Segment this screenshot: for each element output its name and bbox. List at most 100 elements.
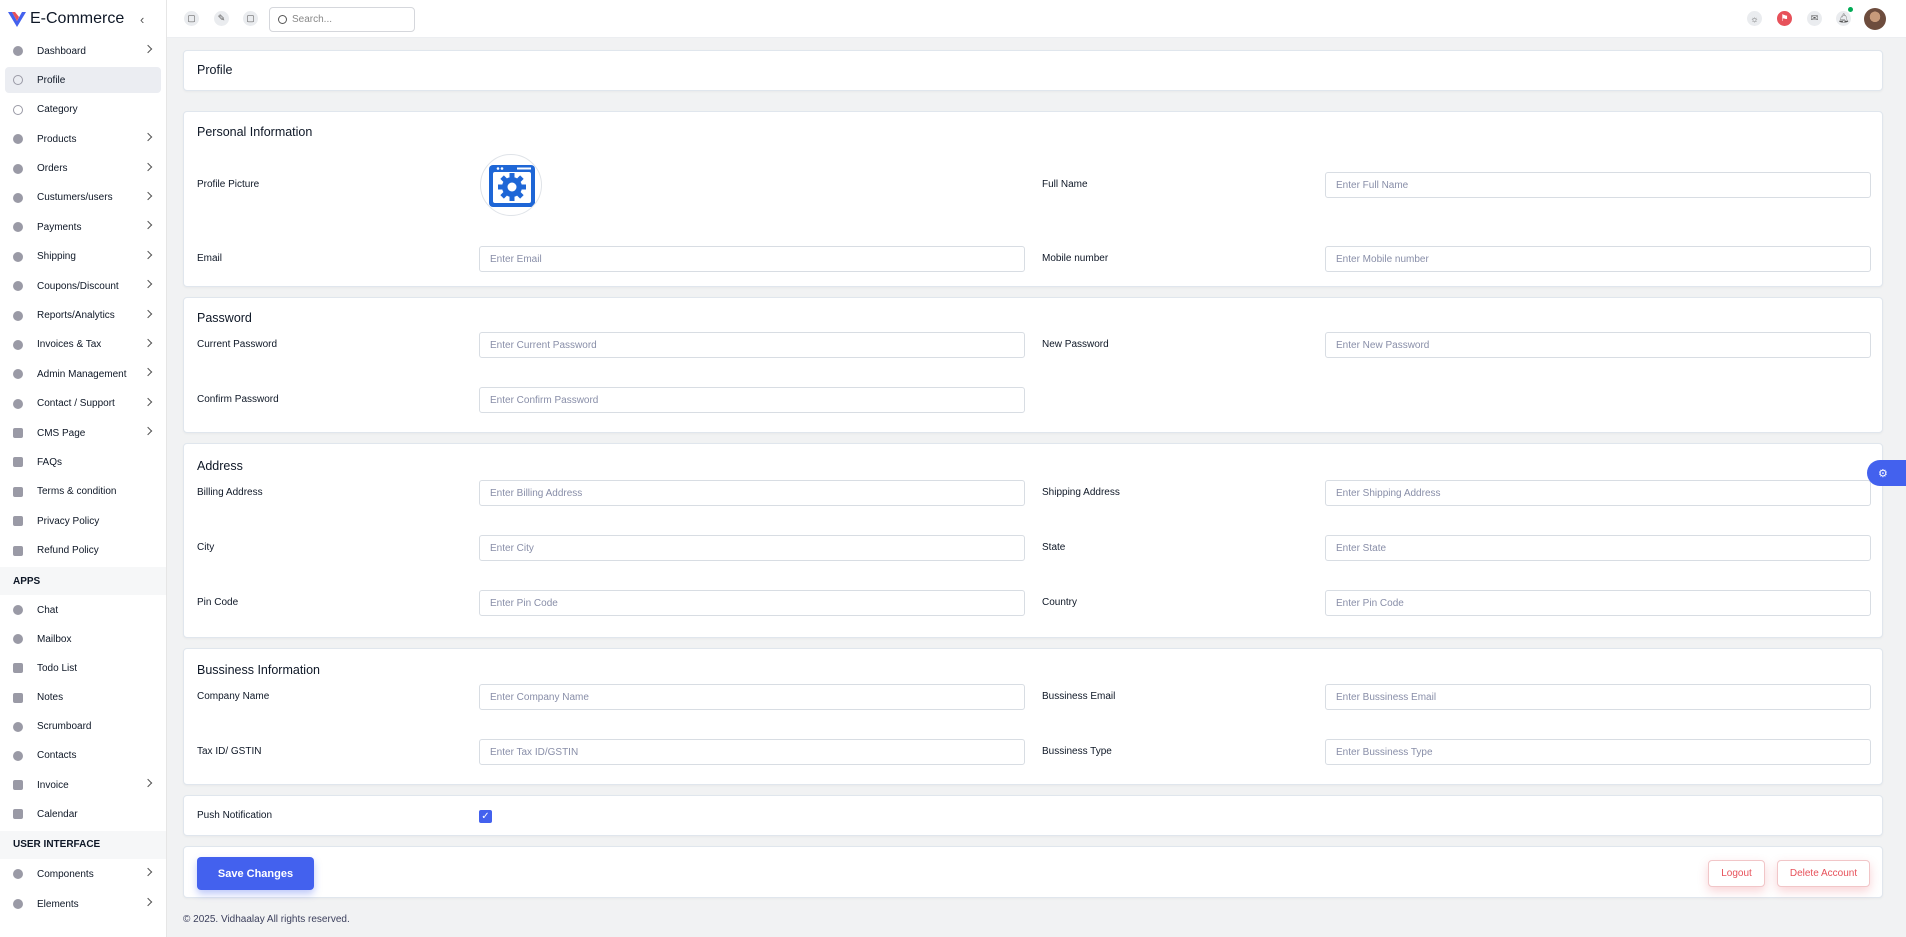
sidebar-item-products[interactable]: Products bbox=[5, 126, 161, 152]
search-input[interactable]: Search... bbox=[269, 7, 415, 32]
brand[interactable]: E-Commerce ‹ bbox=[0, 0, 166, 38]
sidebar-item-privacy-policy[interactable]: Privacy Policy bbox=[5, 508, 161, 534]
sidebar-item-label: Privacy Policy bbox=[37, 515, 100, 527]
password-section-title: Password bbox=[197, 311, 252, 325]
sidebar-item-label: Chat bbox=[37, 604, 59, 616]
profile-picture-label: Profile Picture bbox=[197, 179, 260, 190]
sidebar-item-coupons-discount[interactable]: Coupons/Discount bbox=[5, 273, 161, 299]
page-title: Profile bbox=[197, 63, 233, 77]
invoice-icon bbox=[13, 780, 23, 791]
shipping-address-input[interactable]: Enter Shipping Address bbox=[1325, 480, 1871, 506]
delete-account-button[interactable]: Delete Account bbox=[1777, 860, 1870, 887]
app-title: E-Commerce bbox=[30, 10, 125, 27]
sidebar-item-custumers-users[interactable]: Custumers/users bbox=[5, 185, 161, 211]
current-password-label: Current Password bbox=[197, 339, 278, 350]
sidebar-item-contacts[interactable]: Contacts bbox=[5, 743, 161, 769]
chevron-right-icon bbox=[143, 778, 153, 788]
push-notification-checkbox[interactable]: ✓ bbox=[479, 810, 492, 823]
sidebar-item-elements[interactable]: Elements bbox=[5, 891, 161, 918]
mobile-input[interactable]: Enter Mobile number bbox=[1325, 246, 1871, 272]
us-flag-icon[interactable]: ⚑ bbox=[1777, 11, 1792, 26]
business-email-label: Bussiness Email bbox=[1042, 691, 1116, 702]
sidebar-item-label: Custumers/users bbox=[37, 192, 113, 204]
sidebar-item-shipping[interactable]: Shipping bbox=[5, 244, 161, 270]
sidebar-item-label: Terms & condition bbox=[37, 486, 117, 498]
country-input[interactable]: Enter Pin Code bbox=[1325, 590, 1871, 616]
collapse-sidebar-icon[interactable]: ‹ bbox=[140, 12, 150, 27]
sidebar-item-calendar[interactable]: Calendar bbox=[5, 801, 161, 827]
tax-id-label: Tax ID/ GSTIN bbox=[197, 746, 262, 757]
sidebar-item-cms-page[interactable]: CMS Page bbox=[5, 420, 161, 446]
sidebar-item-label: Products bbox=[37, 133, 77, 145]
business-type-placeholder: Enter Bussiness Type bbox=[1336, 746, 1433, 758]
search-icon bbox=[278, 15, 287, 24]
sidebar-item-profile[interactable]: Profile bbox=[5, 67, 161, 94]
chevron-right-icon bbox=[143, 309, 153, 318]
tax-id-input[interactable]: Enter Tax ID/GSTIN bbox=[479, 739, 1025, 765]
sidebar-item-components[interactable]: Components bbox=[5, 861, 161, 888]
new-password-input[interactable]: Enter New Password bbox=[1325, 332, 1871, 358]
business-email-input[interactable]: Enter Bussiness Email bbox=[1325, 684, 1871, 710]
sidebar-item-refund-policy[interactable]: Refund Policy bbox=[5, 538, 161, 564]
chat-icon[interactable]: ▢ bbox=[243, 11, 258, 26]
sidebar-item-admin-management[interactable]: Admin Management bbox=[5, 361, 161, 387]
state-input[interactable]: Enter State bbox=[1325, 535, 1871, 561]
save-changes-button[interactable]: Save Changes bbox=[197, 857, 314, 890]
sidebar-item-contact-support[interactable]: Contact / Support bbox=[5, 391, 161, 417]
edit-icon[interactable]: ✎ bbox=[214, 11, 229, 26]
password-card: Password Current Password Enter Current … bbox=[183, 297, 1883, 433]
sidebar-item-label: CMS Page bbox=[37, 427, 86, 439]
page-header-card: Profile bbox=[183, 50, 1883, 91]
calendar-icon bbox=[13, 809, 23, 820]
email-label: Email bbox=[197, 253, 223, 264]
sidebar-item-reports-analytics[interactable]: Reports/Analytics bbox=[5, 303, 161, 329]
pin-code-placeholder: Enter Pin Code bbox=[490, 597, 558, 609]
dollar-icon bbox=[13, 163, 23, 174]
sidebar-item-terms-condition[interactable]: Terms & condition bbox=[5, 479, 161, 505]
sidebar-item-dashboard[interactable]: Dashboard bbox=[5, 38, 161, 64]
apps-section-heading: APPS bbox=[0, 567, 166, 596]
sidebar-item-faqs[interactable]: FAQs bbox=[5, 449, 161, 475]
pin-code-input[interactable]: Enter Pin Code bbox=[479, 590, 1025, 616]
sidebar-item-category[interactable]: Category bbox=[5, 97, 161, 123]
sidebar-item-label: Todo List bbox=[37, 662, 78, 674]
user-avatar[interactable] bbox=[1864, 8, 1886, 30]
sidebar-item-chat[interactable]: Chat bbox=[5, 597, 161, 623]
chevron-right-icon bbox=[143, 368, 153, 377]
city-input[interactable]: Enter City bbox=[479, 535, 1025, 561]
sidebar-item-notes[interactable]: Notes bbox=[5, 685, 161, 711]
theme-customizer-button[interactable]: ⚙ bbox=[1867, 460, 1906, 486]
sidebar-item-label: Components bbox=[37, 868, 94, 880]
todo-icon bbox=[13, 663, 23, 674]
confirm-password-input[interactable]: Enter Confirm Password bbox=[479, 387, 1025, 413]
sidebar-item-scrumboard[interactable]: Scrumboard bbox=[5, 714, 161, 740]
state-placeholder: Enter State bbox=[1336, 542, 1387, 554]
chevron-right-icon bbox=[143, 221, 153, 230]
sidebar-item-todo-list[interactable]: Todo List bbox=[5, 655, 161, 681]
billing-address-label: Billing Address bbox=[197, 487, 263, 498]
sidebar-item-orders[interactable]: Orders bbox=[5, 156, 161, 182]
sidebar-item-label: Category bbox=[37, 104, 78, 116]
theme-toggle-icon[interactable]: ☼ bbox=[1747, 11, 1762, 26]
sidebar-item-invoices-tax[interactable]: Invoices & Tax bbox=[5, 332, 161, 358]
apps-menu: Chat Mailbox Todo List Notes Scrumboard Conta… bbox=[0, 597, 166, 827]
document-icon bbox=[13, 457, 23, 468]
profile-picture[interactable] bbox=[480, 154, 542, 216]
current-password-input[interactable]: Enter Current Password bbox=[479, 332, 1025, 358]
city-placeholder: Enter City bbox=[490, 542, 534, 554]
sidebar-item-mailbox[interactable]: Mailbox bbox=[5, 626, 161, 652]
notifications-icon[interactable]: 🔔︎ bbox=[1836, 11, 1851, 26]
billing-address-input[interactable]: Enter Billing Address bbox=[479, 480, 1025, 506]
email-input[interactable]: Enter Email bbox=[479, 246, 1025, 272]
full-name-input[interactable]: Enter Full Name bbox=[1325, 172, 1871, 198]
document-icon bbox=[13, 486, 23, 497]
shipping-address-placeholder: Enter Shipping Address bbox=[1336, 487, 1441, 499]
calendar-icon[interactable]: ▢ bbox=[184, 11, 199, 26]
country-placeholder: Enter Pin Code bbox=[1336, 597, 1404, 609]
company-name-input[interactable]: Enter Company Name bbox=[479, 684, 1025, 710]
sidebar-item-invoice[interactable]: Invoice bbox=[5, 772, 161, 798]
logout-button[interactable]: Logout bbox=[1708, 860, 1765, 887]
messages-icon[interactable]: ✉ bbox=[1807, 11, 1822, 26]
sidebar-item-payments[interactable]: Payments bbox=[5, 214, 161, 240]
business-type-input[interactable]: Enter Bussiness Type bbox=[1325, 739, 1871, 765]
